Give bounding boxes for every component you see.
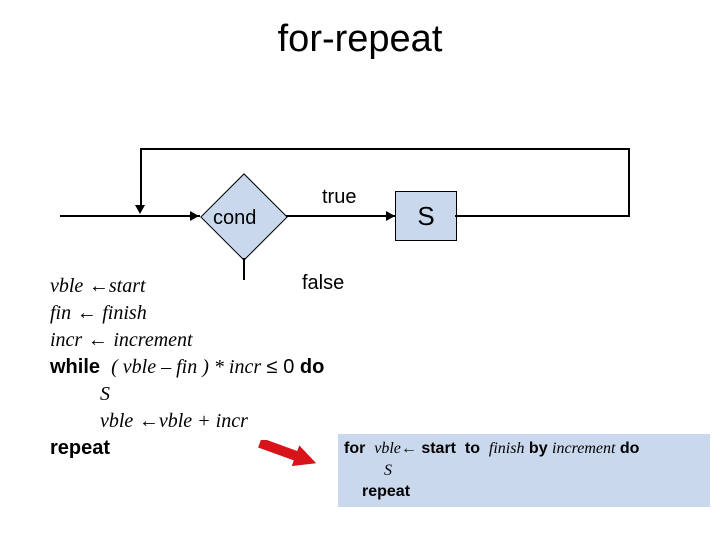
red-arrow-icon [258, 440, 318, 466]
flow-edge [140, 148, 142, 208]
for-line: S [344, 460, 704, 482]
pseudo-line: S [50, 381, 324, 408]
for-line: for vble← start to finish by increment d… [344, 438, 704, 460]
flow-edge [140, 148, 630, 150]
page-title: for-repeat [0, 18, 720, 61]
flow-edge [628, 148, 630, 217]
pseudo-line: vble ←start [50, 273, 324, 300]
cond-label: cond [213, 207, 256, 230]
flow-edge [455, 215, 630, 217]
arrowhead-icon [135, 205, 145, 214]
flow-edge-true [286, 215, 396, 217]
pseudocode: vble ←start fin ← finish incr ← incremen… [50, 273, 324, 462]
pseudo-line: incr ← increment [50, 327, 324, 354]
pseudo-line: fin ← finish [50, 300, 324, 327]
for-line: repeat [344, 481, 704, 503]
pseudo-line: while ( vble – fin ) * incr ≤ 0 do [50, 354, 324, 381]
true-label: true [322, 186, 356, 209]
statement-node: S [395, 191, 457, 241]
arrowhead-icon [190, 211, 199, 221]
for-syntax-box: for vble← start to finish by increment d… [338, 434, 710, 507]
pseudo-line: vble ←vble + incr [50, 408, 324, 435]
flow-edge [60, 215, 200, 217]
arrowhead-icon [386, 211, 395, 221]
